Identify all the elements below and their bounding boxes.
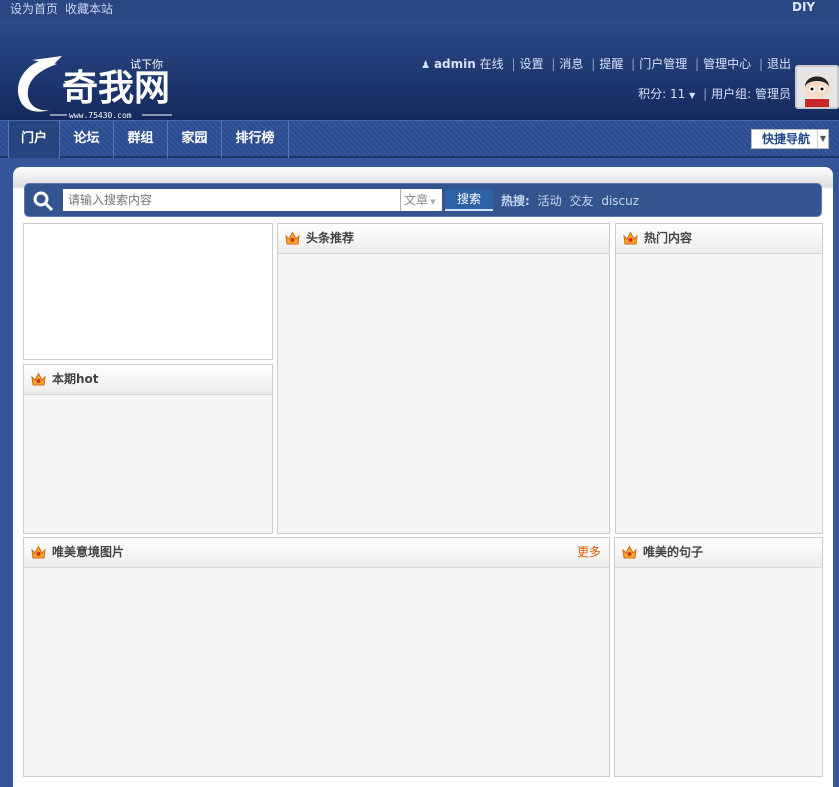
username-link[interactable]: admin bbox=[434, 57, 476, 71]
search-input[interactable] bbox=[63, 189, 401, 211]
header: 奇我网 试下你 www.75430.com ♟ admin 在线 | 设置 | 消息… bbox=[0, 20, 839, 120]
hot-issue-block: 本期hot bbox=[23, 364, 273, 534]
portal-admin-link[interactable]: 门户管理 bbox=[639, 57, 687, 71]
set-home-link[interactable]: 设为首页 bbox=[10, 0, 58, 17]
crown-icon bbox=[31, 545, 46, 560]
quick-nav-button[interactable]: 快捷导航 ▼ bbox=[751, 129, 829, 149]
hot-search-link[interactable]: 交友 bbox=[569, 194, 593, 208]
settings-link[interactable]: 设置 bbox=[520, 57, 544, 71]
logo-text: 奇我网 bbox=[62, 68, 170, 109]
block-title: 唯美的句子 bbox=[643, 545, 704, 559]
user-nav: ♟ admin 在线 | 设置 | 消息 | 提醒 | 门户管理 | 管理中心 | 退出 积… bbox=[421, 57, 791, 101]
crown-icon bbox=[285, 231, 300, 246]
crown-icon bbox=[623, 231, 638, 246]
site-logo[interactable]: 奇我网 试下你 www.75430.com bbox=[12, 42, 182, 120]
diy-link[interactable]: DIY bbox=[792, 0, 815, 14]
svg-text:www.75430.com: www.75430.com bbox=[69, 111, 132, 120]
nav-home[interactable]: 家园 bbox=[168, 121, 222, 158]
hot-search-link[interactable]: discuz bbox=[601, 194, 639, 208]
pictures-block: 唯美意境图片 更多 bbox=[23, 537, 610, 777]
blank-block bbox=[23, 223, 273, 360]
logo-dragon-icon: 奇我网 试下你 www.75430.com bbox=[18, 56, 172, 120]
crown-icon bbox=[31, 372, 46, 387]
quick-nav-label: 快捷导航 bbox=[762, 132, 811, 146]
block-title: 唯美意境图片 bbox=[52, 545, 125, 559]
search-button[interactable]: 搜索 bbox=[445, 189, 493, 211]
popular-block: 热门内容 bbox=[615, 223, 823, 534]
nav-portal[interactable]: 门户 bbox=[8, 121, 60, 158]
logout-link[interactable]: 退出 bbox=[767, 57, 791, 71]
user-icon: ♟ bbox=[421, 60, 431, 71]
top-bar: 设为首页 收藏本站 DIY bbox=[0, 0, 839, 20]
hot-searches: 热搜: 活动 交友 discuz bbox=[501, 190, 639, 212]
search-type-select[interactable]: 文章 ▼ bbox=[400, 189, 442, 211]
chevron-down-icon: ▼ bbox=[689, 91, 696, 100]
online-status: 在线 bbox=[479, 57, 504, 71]
svg-text:试下你: 试下你 bbox=[130, 58, 163, 71]
messages-link[interactable]: 消息 bbox=[559, 57, 583, 71]
block-title: 本期hot bbox=[52, 372, 99, 386]
avatar[interactable] bbox=[795, 65, 839, 109]
sentences-block: 唯美的句子 bbox=[614, 537, 823, 777]
nav-groups[interactable]: 群组 bbox=[114, 121, 168, 158]
nav-forum[interactable]: 论坛 bbox=[60, 121, 114, 158]
headline-block: 头条推荐 bbox=[277, 223, 610, 534]
search-icon bbox=[33, 191, 54, 212]
block-title: 头条推荐 bbox=[306, 231, 355, 245]
nav-ranking[interactable]: 排行榜 bbox=[222, 121, 289, 158]
search-bar: 文章 ▼ 搜索 热搜: 活动 交友 discuz bbox=[24, 183, 822, 217]
block-title: 热门内容 bbox=[644, 231, 693, 245]
main-nav: 门户 论坛 群组 家园 排行榜 快捷导航 ▼ bbox=[0, 120, 839, 158]
admin-center-link[interactable]: 管理中心 bbox=[703, 57, 751, 71]
user-group-link[interactable]: 用户组: 管理员 bbox=[711, 87, 791, 101]
hot-search-link[interactable]: 活动 bbox=[538, 194, 562, 208]
crown-icon bbox=[622, 545, 637, 560]
chevron-down-icon: ▼ bbox=[428, 198, 436, 206]
notifications-link[interactable]: 提醒 bbox=[599, 57, 623, 71]
bookmark-link[interactable]: 收藏本站 bbox=[65, 0, 113, 17]
chevron-down-icon: ▼ bbox=[817, 130, 828, 148]
more-link[interactable]: 更多 bbox=[577, 538, 601, 567]
hot-label: 热搜: bbox=[501, 194, 530, 208]
search-type-label: 文章 bbox=[404, 193, 429, 207]
credits-menu[interactable]: 积分: 11 bbox=[638, 87, 685, 101]
